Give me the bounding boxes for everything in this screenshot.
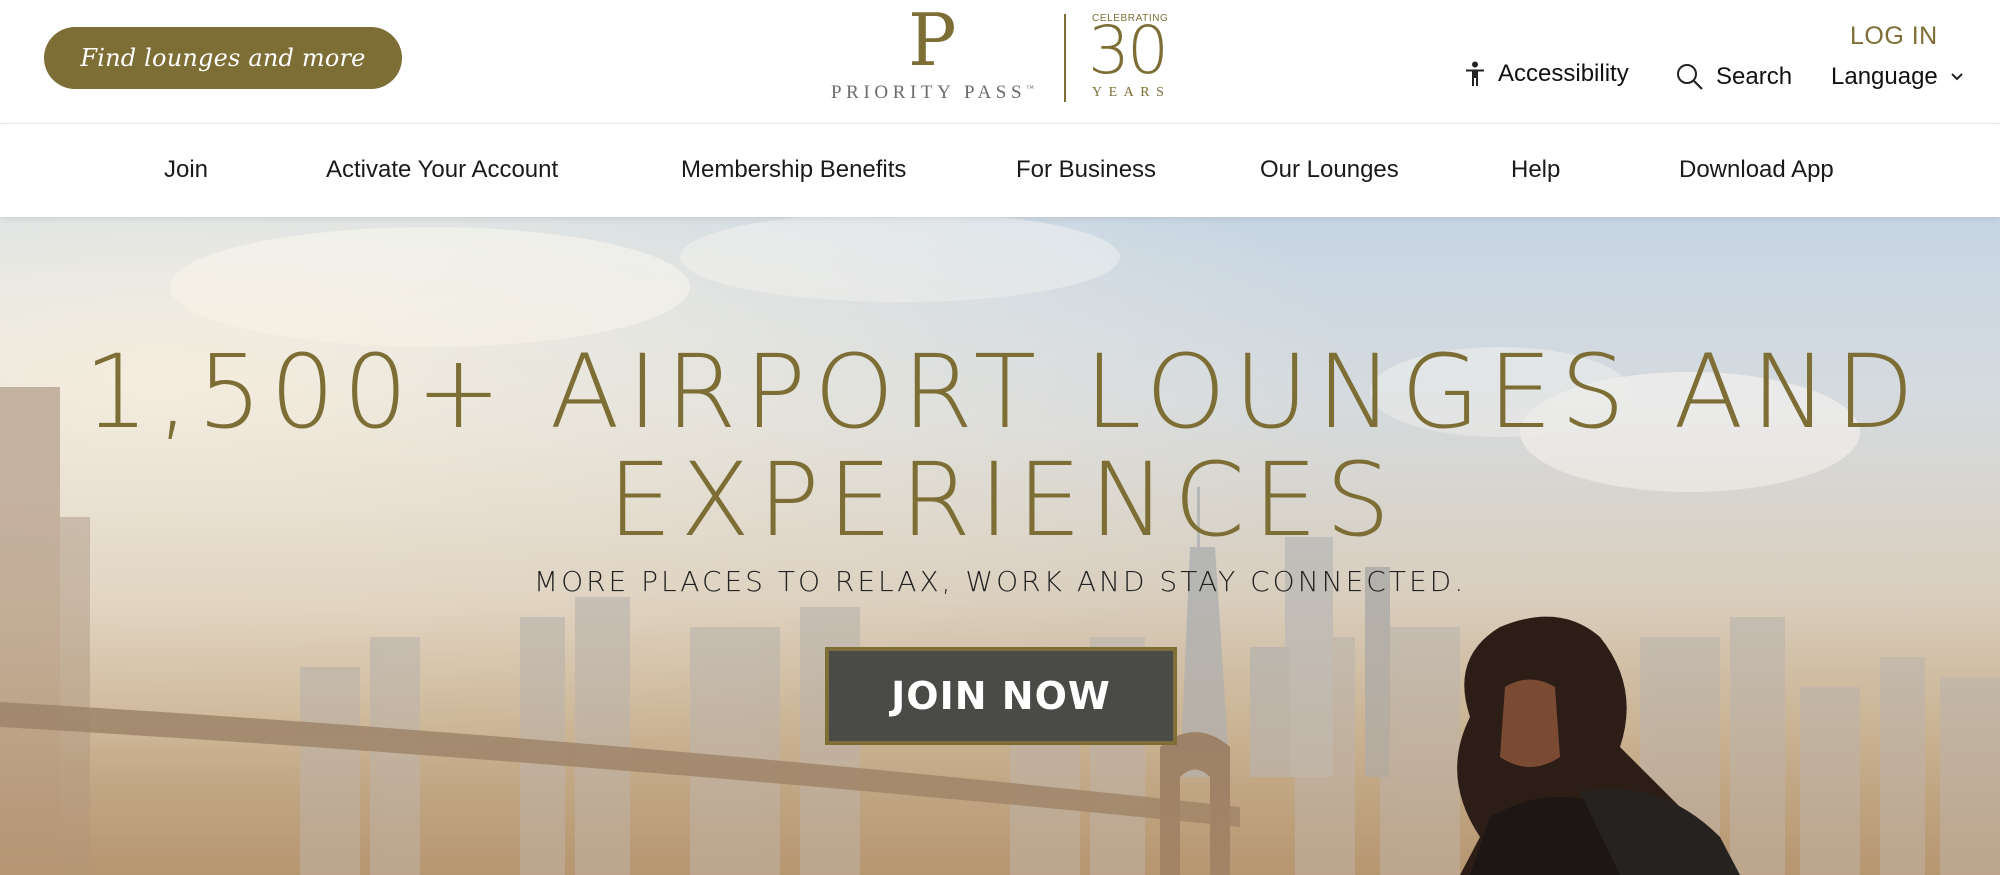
accessibility-person-icon <box>1464 61 1486 87</box>
nav-item-help[interactable]: Help <box>1511 156 1560 184</box>
language-label: Language <box>1831 63 1938 90</box>
logo-name: PRIORITY PASS™ <box>831 82 1034 104</box>
hero-title: 1,500+ AIRPORT LOUNGES AND EXPERIENCES <box>0 339 2000 555</box>
search-label: Search <box>1716 63 1793 90</box>
priority-pass-logo[interactable]: P PRIORITY PASS™ CELEBRATING 30 YEARS <box>826 4 1176 106</box>
accessibility-label: Accessibility <box>1498 60 1629 87</box>
nav-item-our-lounges[interactable]: Our Lounges <box>1260 156 1399 184</box>
hero-subtitle: MORE PLACES TO RELAX, WORK AND STAY CONN… <box>533 565 1467 598</box>
hero-title-line-1: 1,500+ AIRPORT LOUNGES AND <box>83 333 1923 452</box>
login-link[interactable]: LOG IN <box>1850 22 1938 51</box>
nav-item-membership-benefits[interactable]: Membership Benefits <box>681 156 906 184</box>
logo-divider <box>1064 14 1066 102</box>
logo-trademark: ™ <box>1026 83 1034 93</box>
main-navigation: Join Activate Your Account Membership Be… <box>0 124 2000 217</box>
search-icon <box>1676 63 1704 91</box>
nav-item-download-app[interactable]: Download App <box>1679 156 1834 184</box>
logo-name-text: PRIORITY PASS <box>831 82 1027 103</box>
nav-item-join[interactable]: Join <box>164 156 208 184</box>
join-now-button[interactable]: JOIN NOW <box>825 647 1177 745</box>
nav-item-activate-account[interactable]: Activate Your Account <box>326 156 558 184</box>
logo-anniversary-number: 30 <box>1088 12 1169 89</box>
chevron-down-icon <box>1950 72 1964 82</box>
search-button[interactable]: Search <box>1676 63 1792 91</box>
find-lounges-button[interactable]: Find lounges and more <box>44 27 402 89</box>
hero-title-line-2: EXPERIENCES <box>607 441 1399 560</box>
hero-banner: 1,500+ AIRPORT LOUNGES AND EXPERIENCES M… <box>0 217 2000 875</box>
top-header: Find lounges and more P PRIORITY PASS™ C… <box>0 0 2000 124</box>
nav-item-for-business[interactable]: For Business <box>1016 156 1156 184</box>
accessibility-button[interactable]: Accessibility <box>1464 60 1629 88</box>
logo-years: YEARS <box>1092 85 1171 100</box>
language-selector[interactable]: Language <box>1831 63 1964 91</box>
logo-letter: P <box>908 0 957 82</box>
